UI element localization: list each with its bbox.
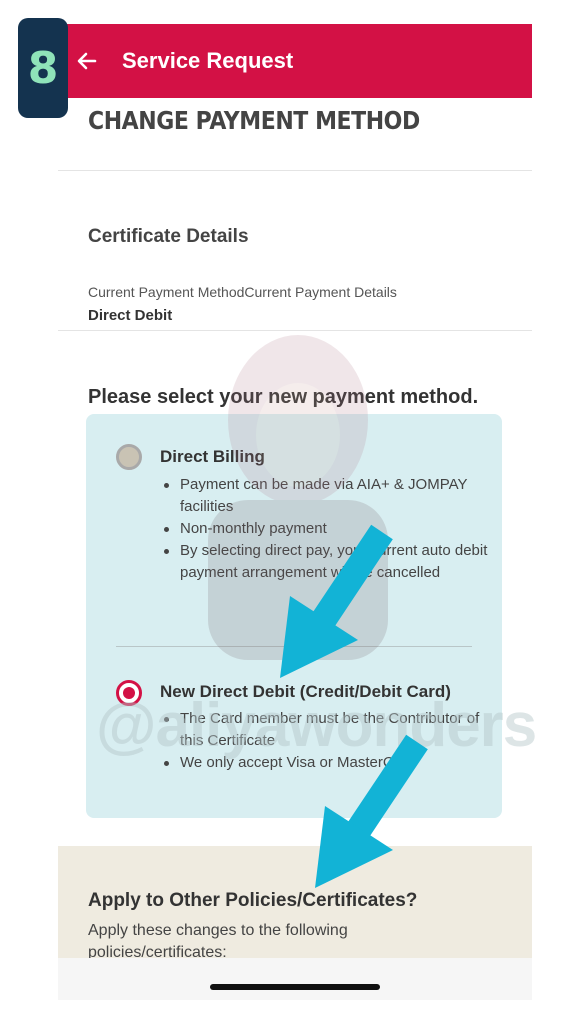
certificate-details-title: Certificate Details (88, 226, 249, 247)
list-item: The Card member must be the Contributor … (160, 708, 490, 752)
app-bar: Service Request (58, 24, 532, 98)
step-number-badge: 8 (18, 18, 68, 118)
stage: Service Request CHANGE PAYMENT METHOD Ce… (0, 0, 576, 1024)
list-item: Non-monthly payment (160, 518, 490, 540)
divider (58, 330, 532, 331)
option-bullets: Payment can be made via AIA+ & JOMPAY fa… (160, 474, 490, 584)
option-bullets: The Card member must be the Contributor … (160, 708, 490, 774)
list-item: Payment can be made via AIA+ & JOMPAY fa… (160, 474, 490, 518)
option-title: New Direct Debit (Credit/Debit Card) (160, 682, 451, 701)
page-title: CHANGE PAYMENT METHOD (88, 106, 420, 135)
current-payment-label: Current Payment MethodCurrent Payment De… (88, 284, 397, 300)
options-separator (116, 646, 472, 647)
app-bar-title: Service Request (122, 48, 294, 73)
back-button[interactable] (74, 48, 100, 74)
home-indicator[interactable] (210, 984, 380, 990)
arrow-left-icon (77, 52, 97, 70)
option-title: Direct Billing (160, 447, 265, 466)
payment-method-prompt: Please select your new payment method. (88, 386, 479, 408)
list-item: We only accept Visa or MasterCard (160, 752, 490, 774)
phone-screen: Service Request CHANGE PAYMENT METHOD Ce… (58, 24, 532, 1000)
radio-new-direct-debit[interactable] (116, 680, 142, 706)
current-payment-value: Direct Debit (88, 307, 173, 324)
step-number: 8 (27, 42, 59, 94)
divider (58, 170, 532, 171)
list-item: By selecting direct pay, your current au… (160, 540, 490, 584)
home-bar-area (58, 958, 532, 1000)
payment-options-card: Direct Billing Payment can be made via A… (86, 414, 502, 818)
radio-direct-billing[interactable] (116, 444, 142, 470)
apply-title: Apply to Other Policies/Certificates? (88, 890, 418, 911)
